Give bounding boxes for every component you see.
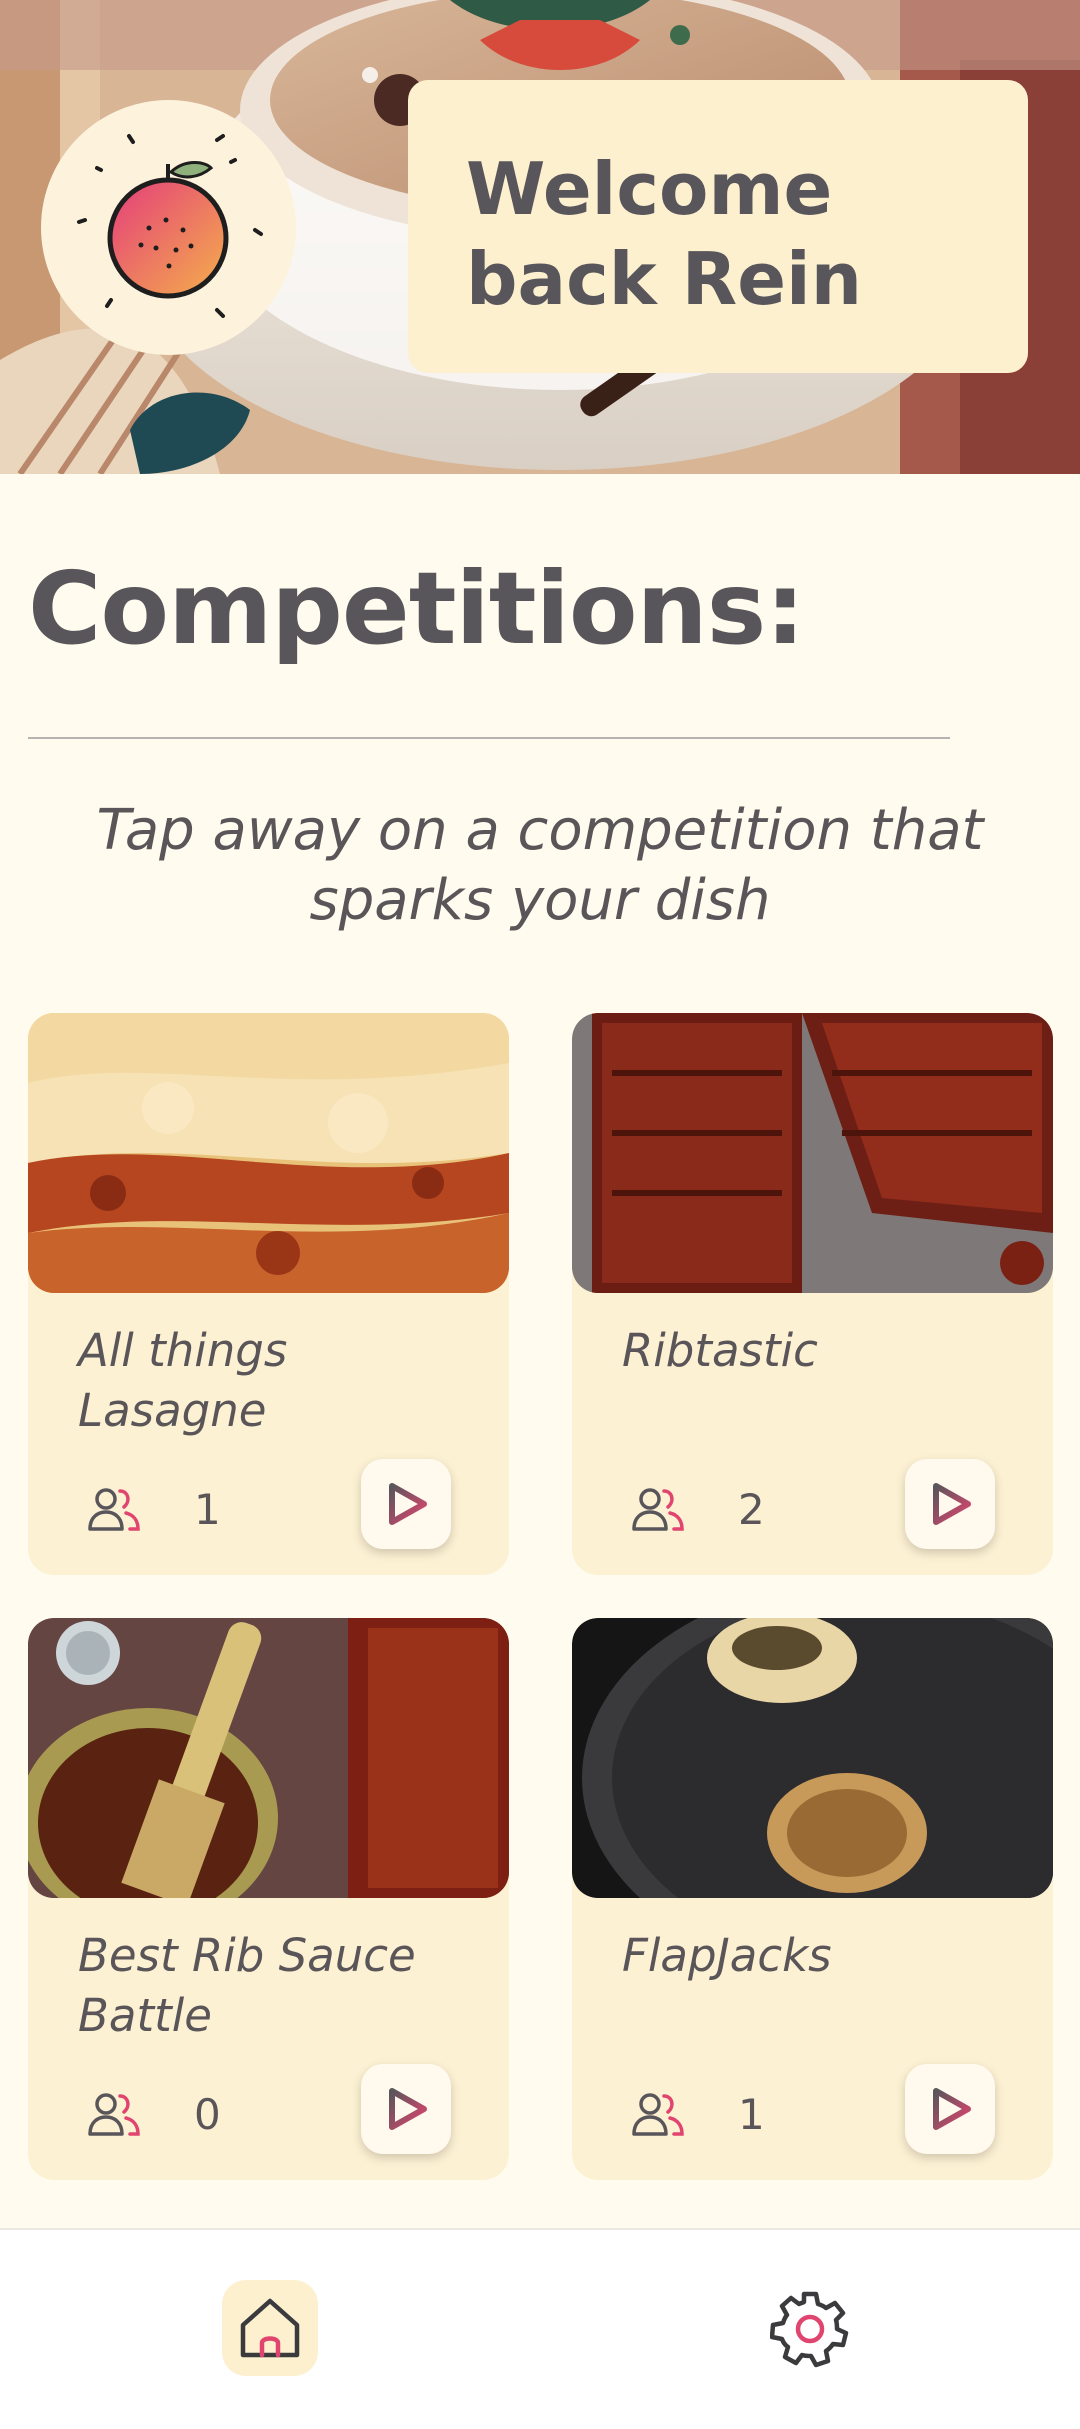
competition-card-lasagne[interactable]: All things Lasagne 1 xyxy=(28,1013,509,1575)
play-button[interactable] xyxy=(361,2064,451,2154)
people-icon xyxy=(88,1488,140,1531)
gear-icon xyxy=(770,2291,849,2368)
competition-image-ribs xyxy=(572,1013,1053,1293)
hero-banner: Welcome back Rein xyxy=(0,0,1080,474)
people-icon xyxy=(88,2093,140,2136)
play-button[interactable] xyxy=(905,2064,995,2154)
nav-settings-button[interactable] xyxy=(762,2280,858,2376)
competition-card-ribtastic[interactable]: Ribtastic 2 xyxy=(572,1013,1053,1575)
home-icon xyxy=(240,2298,300,2358)
competition-name: Ribtastic xyxy=(622,1324,818,1377)
welcome-text: Welcome back Rein xyxy=(466,147,862,321)
participant-count: 2 xyxy=(738,1485,765,1534)
title-divider xyxy=(28,737,950,739)
participant-count: 1 xyxy=(738,2090,765,2139)
participant-count: 0 xyxy=(194,2090,221,2139)
app-logo xyxy=(41,100,296,355)
competition-image-pancakes xyxy=(572,1618,1053,1898)
competition-name: All things Lasagne xyxy=(78,1324,288,1437)
bottom-nav xyxy=(0,2228,1080,2429)
competition-card-rib-sauce[interactable]: Best Rib Sauce Battle 0 xyxy=(28,1618,509,2180)
participant-count: 1 xyxy=(194,1485,221,1534)
play-icon xyxy=(389,1483,427,1525)
page-subtitle: Tap away on a competition that sparks yo… xyxy=(96,798,984,933)
welcome-card: Welcome back Rein xyxy=(408,80,1028,373)
play-icon xyxy=(933,2088,971,2130)
page-title: Competitions: xyxy=(28,550,805,667)
people-icon xyxy=(632,1488,684,1531)
competition-image-sauce xyxy=(28,1618,509,1898)
play-icon xyxy=(389,2088,427,2130)
play-icon xyxy=(933,1483,971,1525)
competition-name: FlapJacks xyxy=(622,1929,832,1982)
people-icon xyxy=(632,2093,684,2136)
competition-image-lasagne xyxy=(28,1013,509,1293)
competition-name: Best Rib Sauce Battle xyxy=(78,1929,416,2042)
peach-logo-icon xyxy=(77,134,263,318)
nav-home-button[interactable] xyxy=(222,2280,318,2376)
competition-card-flapjacks[interactable]: FlapJacks 1 xyxy=(572,1618,1053,2180)
play-button[interactable] xyxy=(361,1459,451,1549)
play-button[interactable] xyxy=(905,1459,995,1549)
